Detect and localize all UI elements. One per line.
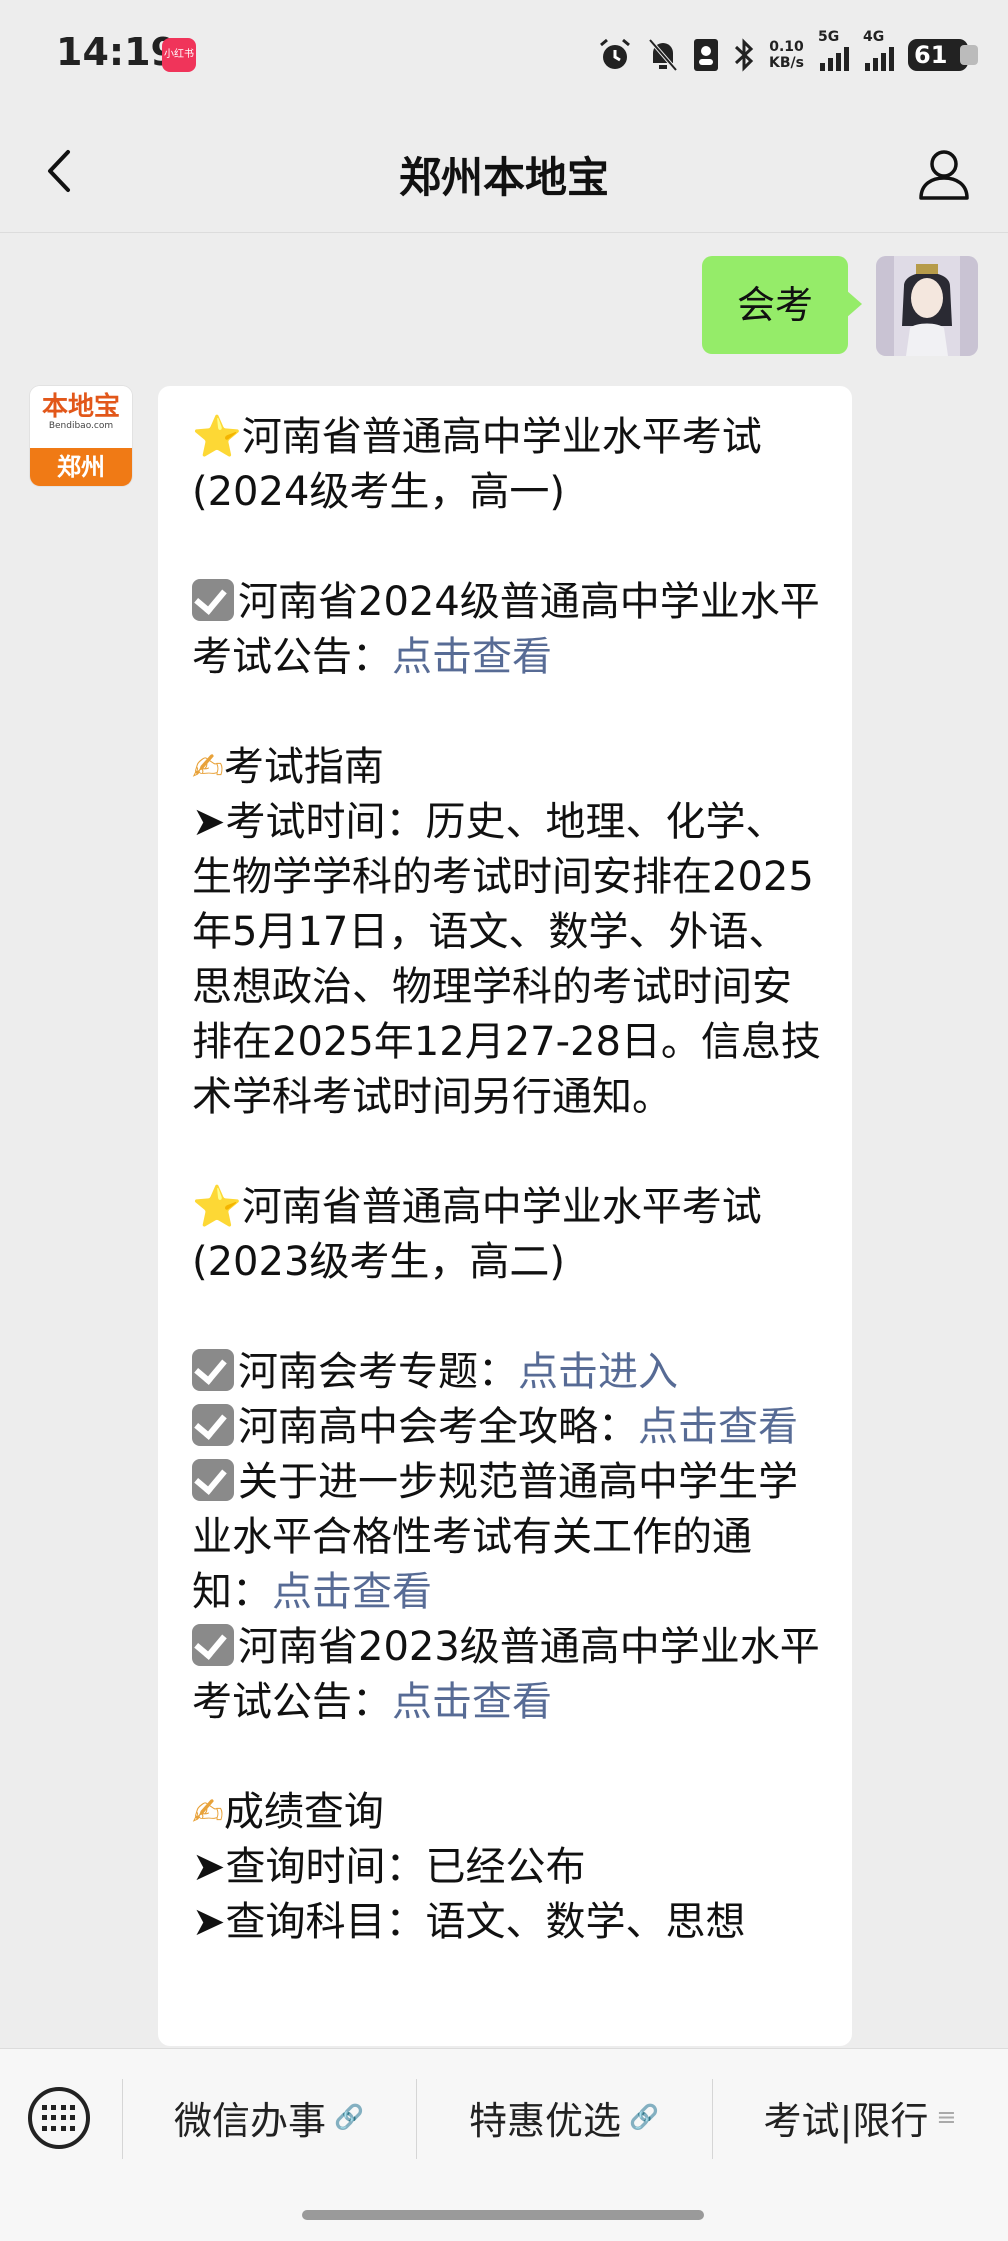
link-view-2023-notice[interactable]: 点击查看 <box>392 1679 552 1725</box>
section-title-2024-text: 河南省普通高中学业水平考试 <box>241 414 762 460</box>
checkbox-icon <box>192 1624 234 1666</box>
checkbox-icon <box>192 1404 234 1446</box>
home-indicator[interactable] <box>302 2210 704 2220</box>
network-speed-value: 0.10 <box>769 39 804 55</box>
writing-hand-icon: ✍ <box>192 1790 224 1834</box>
submenu-icon: ≡ <box>936 2103 957 2131</box>
section-title-2024: ⭐河南省普通高中学业水平考试 (2024级考生，高一) <box>192 410 822 520</box>
list-item-text: 河南会考专题： <box>238 1349 518 1395</box>
bluetooth-icon <box>735 38 754 72</box>
menu-item-label: 微信办事 <box>174 2098 327 2143</box>
incoming-message-bubble: ⭐河南省普通高中学业水平考试 (2024级考生，高一) 河南省2024级普通高中… <box>158 386 852 2046</box>
score-title-text: 成绩查询 <box>223 1789 384 1835</box>
score-line-subjects: ➤查询科目：语文、数学、思想 <box>192 1899 746 1945</box>
message-content: ⭐河南省普通高中学业水平考试 (2024级考生，高一) 河南省2024级普通高中… <box>192 410 822 1950</box>
guide-title: ✍考试指南 <box>192 740 822 795</box>
user-avatar[interactable] <box>876 256 978 356</box>
score-line-time: ➤查询时间：已经公布 <box>192 1844 586 1890</box>
signal-4g-label: 4G <box>863 29 885 45</box>
status-bar: 14:19 小红书 0.10 KB/s 5G 4G 61 <box>0 0 1008 110</box>
section-title-2024-sub: (2024级考生，高一) <box>192 469 566 515</box>
link-icon: 🔗 <box>334 2103 364 2131</box>
link-view-guide[interactable]: 点击查看 <box>638 1404 798 1450</box>
star-icon: ⭐ <box>192 1184 242 1230</box>
menu-item-deals[interactable]: 特惠优选 🔗 <box>416 2069 712 2165</box>
menu-item-label: 特惠优选 <box>469 2098 622 2143</box>
chat-header: 郑州本地宝 <box>0 110 1008 233</box>
star-icon: ⭐ <box>192 414 242 460</box>
menu-item-exam-restriction[interactable]: 考试|限行 ≡ <box>712 2069 1008 2165</box>
checkbox-icon <box>192 1349 234 1391</box>
link-view-2024-notice[interactable]: 点击查看 <box>392 634 552 680</box>
checkbox-icon <box>192 579 234 621</box>
menu-item-wechat-services[interactable]: 微信办事 🔗 <box>122 2069 416 2165</box>
section-title-2023-sub: (2023级考生，高二) <box>192 1239 566 1285</box>
signal-bars-icon <box>820 45 849 71</box>
contact-card-icon <box>694 39 719 71</box>
link-enter-topic[interactable]: 点击进入 <box>518 1349 678 1395</box>
writing-hand-icon: ✍ <box>192 745 224 789</box>
menu-item-label: 考试|限行 <box>763 2098 929 2143</box>
mute-bell-icon <box>648 38 678 72</box>
profile-icon[interactable] <box>916 146 972 202</box>
status-time: 14:19 <box>56 30 177 74</box>
section-title-2023-text: 河南省普通高中学业水平考试 <box>241 1184 762 1230</box>
avatar-city-label: 郑州 <box>30 448 132 486</box>
xiaohongshu-notification-icon: 小红书 <box>162 38 196 72</box>
list-item: 河南省2024级普通高中学业水平考试公告：点击查看 <box>192 575 822 685</box>
checkbox-icon <box>192 1459 234 1501</box>
official-account-avatar[interactable]: 本地宝 Bendibao.com 郑州 <box>30 386 132 486</box>
guide-body: ➤考试时间：历史、地理、化学、生物学学科的考试时间安排在2025年5月17日，语… <box>192 799 821 1120</box>
list-item-text: 河南高中会考全攻略： <box>238 1404 638 1450</box>
list-item: 关于进一步规范普通高中学生学业水平合格性考试有关工作的通知：点击查看 <box>192 1455 822 1620</box>
list-item: 河南会考专题：点击进入 <box>192 1345 822 1400</box>
network-speed: 0.10 KB/s <box>769 39 804 71</box>
signal-4g: 4G <box>863 29 894 75</box>
system-icons: 0.10 KB/s 5G 4G 61 <box>597 29 978 80</box>
avatar-logo-area: 本地宝 Bendibao.com <box>30 386 132 448</box>
keyboard-toggle-icon[interactable] <box>28 2087 90 2149</box>
chat-title: 郑州本地宝 <box>398 153 609 202</box>
score-title: ✍成绩查询 <box>192 1785 822 1840</box>
signal-5g: 5G <box>818 29 849 75</box>
avatar-logo-text: 本地宝 <box>41 392 120 422</box>
alarm-icon <box>600 38 630 69</box>
battery-indicator: 61 <box>908 39 978 71</box>
outgoing-message-bubble[interactable]: 会考 <box>702 256 862 354</box>
network-speed-unit: KB/s <box>769 55 804 71</box>
link-view-notice[interactable]: 点击查看 <box>272 1569 432 1615</box>
section-title-2023: ⭐河南省普通高中学业水平考试 (2023级考生，高二) <box>192 1180 822 1290</box>
link-icon: 🔗 <box>629 2103 659 2131</box>
list-item: 河南省2023级普通高中学业水平考试公告：点击查看 <box>192 1620 822 1730</box>
user-avatar-image <box>876 256 978 356</box>
guide-title-text: 考试指南 <box>223 744 384 790</box>
signal-bars-icon <box>865 45 894 71</box>
signal-5g-label: 5G <box>818 29 840 45</box>
list-item: 河南高中会考全攻略：点击查看 <box>192 1400 822 1455</box>
